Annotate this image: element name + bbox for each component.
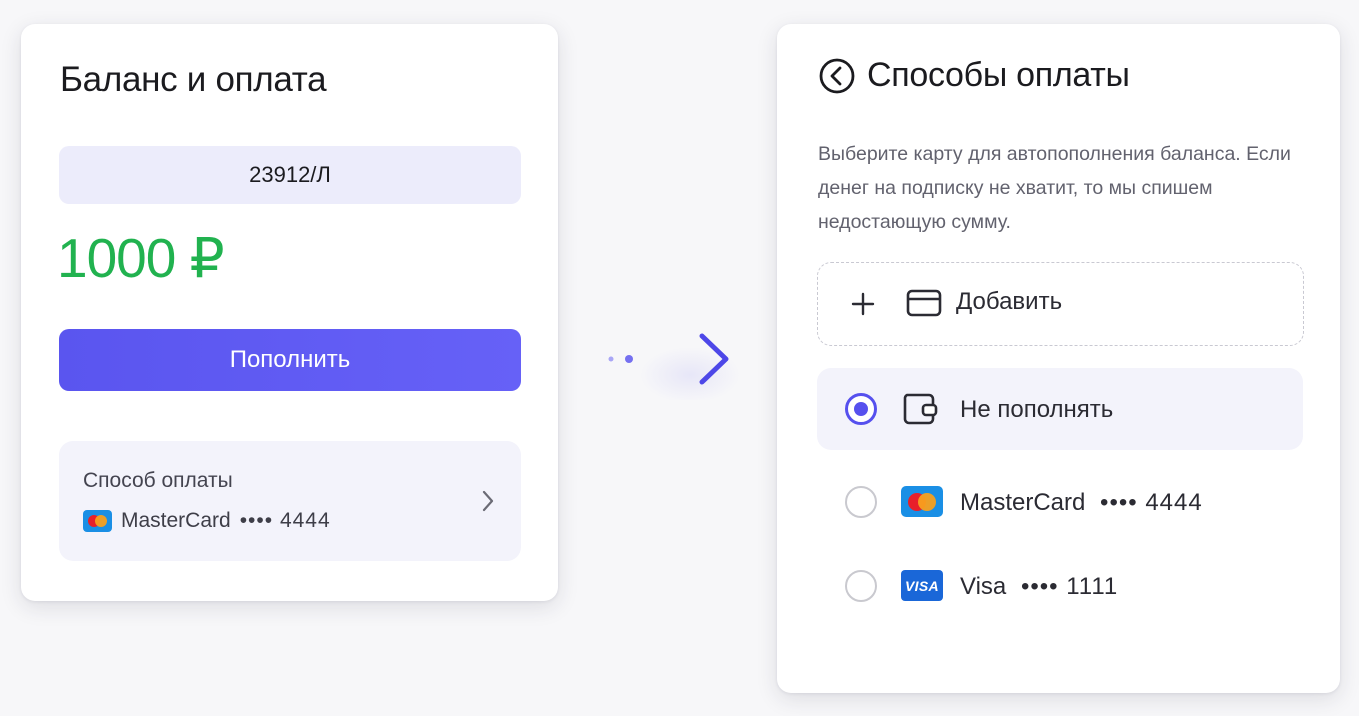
- back-arrow-icon[interactable]: [819, 58, 855, 94]
- radio-unselected[interactable]: [845, 486, 877, 518]
- balance-amount: 1000 ₽: [57, 227, 225, 289]
- option-mastercard-mask: •••• 4444: [1100, 489, 1203, 516]
- credit-card-icon: [906, 289, 942, 317]
- option-no-topup-label: Не пополнять: [960, 396, 1114, 423]
- option-no-topup[interactable]: Не пополнять: [817, 368, 1303, 450]
- radio-selected[interactable]: [845, 393, 877, 425]
- topup-button[interactable]: Пополнить: [59, 329, 521, 391]
- chevron-right-icon: [482, 490, 494, 512]
- payment-card-mask: •••• 4444: [239, 509, 331, 532]
- option-mastercard-brand: MasterCard: [960, 489, 1086, 516]
- mastercard-icon: [83, 510, 112, 532]
- payment-method-label: Способ оплаты: [83, 469, 233, 492]
- payment-methods-title: Способы оплаты: [867, 56, 1130, 94]
- visa-icon: VISA: [901, 570, 943, 601]
- balance-title: Баланс и оплата: [60, 60, 327, 99]
- option-visa-label: Visa •••• 1111: [960, 573, 1118, 601]
- payment-card-brand: MasterCard: [121, 509, 231, 532]
- payment-methods-description: Выберите карту для автопополнения баланс…: [818, 143, 1291, 233]
- balance-card: Баланс и оплата 23912/Л 1000 ₽ Пополнить…: [21, 24, 558, 601]
- option-visa-brand: Visa: [960, 573, 1007, 600]
- payment-methods-card: Способы оплаты Выберите карту для автопо…: [777, 24, 1340, 693]
- payment-method-card: MasterCard •••• 4444: [83, 509, 331, 533]
- option-visa-mask: •••• 1111: [1020, 573, 1119, 600]
- radio-unselected[interactable]: [845, 570, 877, 602]
- account-number: 23912/Л: [249, 162, 331, 187]
- add-card-button[interactable]: Добавить: [817, 262, 1304, 346]
- account-number-box: 23912/Л: [59, 146, 521, 204]
- add-card-label: Добавить: [956, 288, 1063, 315]
- payment-method-row[interactable]: Способ оплаты MasterCard •••• 4444: [59, 441, 521, 561]
- wallet-icon: [903, 393, 938, 425]
- option-mastercard[interactable]: MasterCard •••• 4444: [817, 463, 1303, 545]
- option-mastercard-label: MasterCard •••• 4444: [960, 489, 1203, 517]
- flow-arrow-icon: [608, 333, 740, 400]
- payment-methods-header: Способы оплаты: [819, 56, 1130, 95]
- mastercard-icon: [901, 486, 943, 517]
- option-visa[interactable]: VISA Visa •••• 1111: [817, 547, 1303, 629]
- plus-icon: [851, 292, 875, 316]
